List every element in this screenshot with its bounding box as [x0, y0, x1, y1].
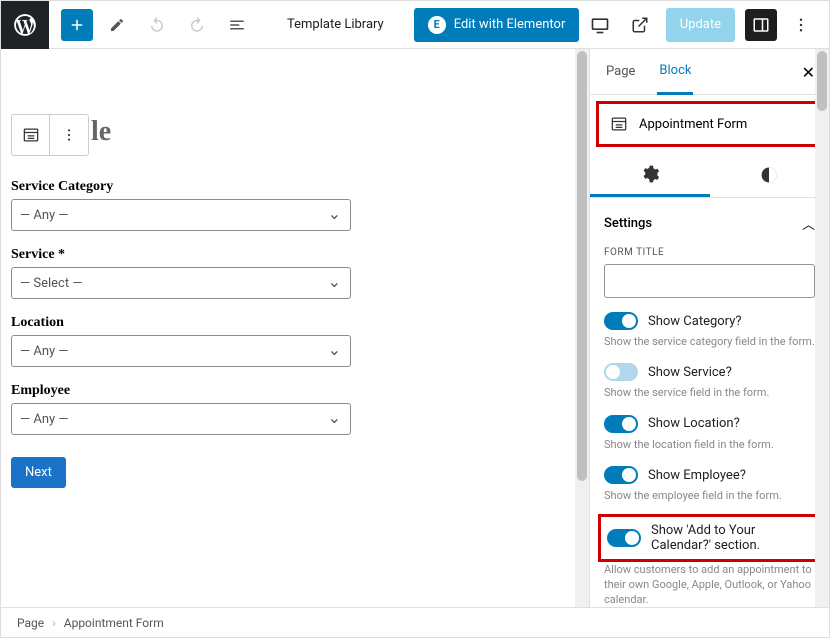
add-block-button[interactable] [61, 9, 93, 41]
block-type-icon[interactable] [12, 115, 50, 155]
location-select[interactable]: — Any — [11, 335, 351, 367]
breadcrumb-current[interactable]: Appointment Form [64, 616, 164, 630]
toggle-show-location-label: Show Location? [648, 416, 740, 431]
block-more-icon[interactable] [50, 115, 88, 155]
view-desktop-icon[interactable] [584, 9, 616, 41]
elementor-icon: E [428, 16, 446, 34]
toggle-show-employee-label: Show Employee? [648, 468, 746, 483]
next-button[interactable]: Next [11, 457, 66, 488]
update-button[interactable]: Update [666, 8, 735, 42]
external-link-icon[interactable] [624, 9, 656, 41]
toggle-show-category[interactable] [604, 312, 638, 330]
tab-page[interactable]: Page [604, 50, 637, 93]
toggle-show-location-desc: Show the location field in the form. [604, 437, 815, 452]
employee-label: Employee [11, 383, 351, 399]
category-select[interactable]: — Any — [11, 199, 351, 231]
page-title-fragment: le [91, 116, 111, 148]
employee-select[interactable]: — Any — [11, 403, 351, 435]
category-label: Service Category [11, 179, 351, 195]
wordpress-logo[interactable] [1, 1, 49, 49]
toggle-show-calendar-label: Show 'Add to Your Calendar?' section. [651, 523, 812, 553]
undo-button[interactable] [141, 9, 173, 41]
more-options-icon[interactable] [785, 9, 817, 41]
toggle-show-category-desc: Show the service category field in the f… [604, 334, 815, 349]
breadcrumb-root[interactable]: Page [17, 616, 44, 630]
location-label: Location [11, 315, 351, 331]
appointment-form-icon [609, 114, 629, 134]
editor-scrollbar[interactable] [575, 49, 589, 607]
toggle-show-calendar-desc: Allow customers to add an appointment to… [604, 562, 815, 607]
edit-mode-icon[interactable] [101, 9, 133, 41]
toggle-show-location[interactable] [604, 415, 638, 433]
block-name-header: Appointment Form [596, 101, 823, 147]
breadcrumb: Page › Appointment Form [1, 607, 829, 637]
service-label: Service * [11, 247, 351, 263]
breadcrumb-separator: › [52, 616, 56, 630]
template-library-link[interactable]: Template Library [277, 17, 394, 32]
document-overview-button[interactable] [221, 9, 253, 41]
subtab-settings[interactable] [590, 153, 710, 197]
settings-section-toggle[interactable]: Settings ︿ [604, 210, 815, 237]
form-title-label: FORM TITLE [604, 247, 815, 258]
toggle-show-employee[interactable] [604, 466, 638, 484]
toggle-show-calendar[interactable] [607, 529, 641, 547]
toggle-show-service-desc: Show the service field in the form. [604, 385, 815, 400]
sidebar-scrollbar[interactable] [815, 49, 829, 607]
service-select[interactable]: — Select — [11, 267, 351, 299]
subtab-styles[interactable] [710, 153, 830, 197]
settings-panel-toggle[interactable] [745, 9, 777, 41]
highlight-calendar-toggle: Show 'Add to Your Calendar?' section. [598, 514, 821, 562]
block-toolbar [11, 114, 89, 156]
form-title-input[interactable] [604, 264, 815, 298]
toggle-show-category-label: Show Category? [648, 314, 742, 329]
tab-block[interactable]: Block [657, 49, 693, 95]
toggle-show-employee-desc: Show the employee field in the form. [604, 488, 815, 503]
redo-button[interactable] [181, 9, 213, 41]
chevron-up-icon: ︿ [802, 214, 815, 233]
toggle-show-service-label: Show Service? [648, 365, 732, 380]
close-sidebar-icon[interactable]: ✕ [802, 63, 815, 82]
edit-elementor-button[interactable]: EEdit with Elementor [414, 8, 580, 42]
toggle-show-service[interactable] [604, 363, 638, 381]
